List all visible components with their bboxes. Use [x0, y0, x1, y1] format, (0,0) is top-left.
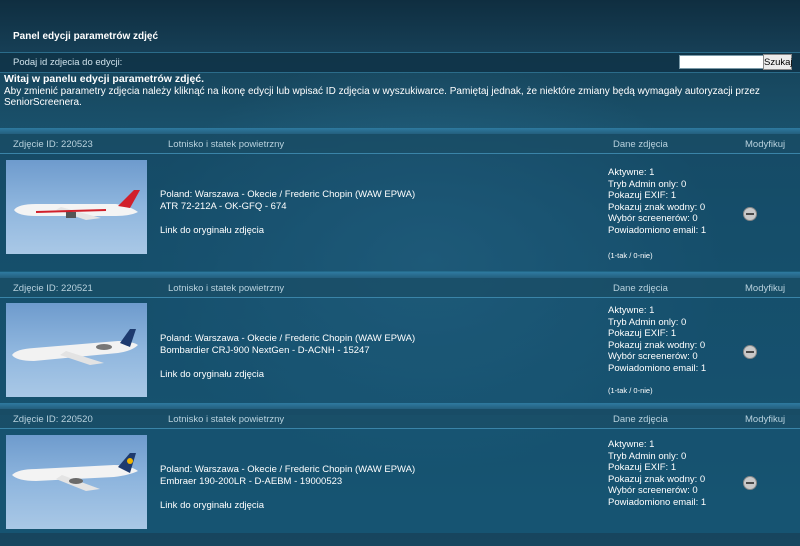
panel-title: Panel edycji parametrów zdjęć — [13, 31, 159, 42]
intro: Witaj w panelu edycji parametrów zdjęć. … — [4, 73, 794, 109]
photo-data: Aktywne: 1 Tryb Admin only: 0 Pokazuj EX… — [608, 305, 706, 374]
data-watermark: Pokazuj znak wodny: 0 — [608, 473, 706, 485]
minus-circle-icon[interactable] — [743, 207, 757, 221]
photo-record: Zdjęcie ID: 220523 Lotnisko i statek pow… — [0, 128, 800, 271]
aircraft-photo[interactable] — [6, 303, 147, 397]
intro-text: Aby zmienić parametry zdjęcia należy kli… — [4, 85, 760, 109]
original-photo-link[interactable]: Link do oryginału zdjęcia — [160, 225, 264, 236]
aircraft-info: ATR 72-212A - OK-GFQ - 674 — [160, 201, 287, 212]
data-screener-select: Wybór screenerów: 0 — [608, 485, 698, 496]
data-screener-select: Wybór screenerów: 0 — [608, 351, 698, 362]
data-email-notified: Powiadomiono email: 1 — [608, 224, 707, 236]
column-data: Dane zdjęcia — [613, 414, 668, 425]
column-airport: Lotnisko i statek powietrzny — [168, 139, 285, 150]
aircraft-info: Bombardier CRJ-900 NextGen - D-ACNH - 15… — [160, 345, 370, 356]
minus-circle-icon[interactable] — [743, 345, 757, 359]
search-button[interactable]: Szukaj — [763, 54, 793, 70]
column-modify: Modyfikuj — [745, 139, 786, 150]
photo-data: Aktywne: 1 Tryb Admin only: 0 Pokazuj EX… — [608, 439, 706, 508]
photo-record: Zdjęcie ID: 220521 Lotnisko i statek pow… — [0, 272, 800, 415]
location: Poland: Warszawa - Okecie / Frederic Cho… — [160, 189, 416, 200]
data-show-exif: Pokazuj EXIF: 1 — [608, 328, 677, 339]
column-modify: Modyfikuj — [745, 414, 786, 425]
legend: (1-tak / 0-nie) — [608, 386, 653, 395]
legend: (1-tak / 0-nie) — [608, 251, 653, 260]
data-show-exif: Pokazuj EXIF: 1 — [608, 462, 677, 473]
data-active: Aktywne: 1 — [608, 305, 655, 316]
data-email-notified: Powiadomiono email: 1 — [608, 362, 707, 374]
tail-livery — [118, 190, 140, 208]
data-watermark: Pokazuj znak wodny: 0 — [608, 201, 706, 213]
location: Poland: Warszawa - Okecie / Frederic Cho… — [160, 333, 416, 344]
column-airport: Lotnisko i statek powietrzny — [168, 283, 285, 294]
record-body: Poland: Warszawa - Okecie / Frederic Cho… — [0, 298, 800, 415]
top-bar: Panel edycji parametrów zdjęć — [0, 0, 800, 52]
photo-id: Zdjęcie ID: 220523 — [13, 139, 93, 150]
search-label: Podaj id zdjecia do edycji: — [13, 57, 123, 68]
photo-record: Zdjęcie ID: 220520 Lotnisko i statek pow… — [0, 403, 800, 546]
data-show-exif: Pokazuj EXIF: 1 — [608, 190, 677, 201]
data-active: Aktywne: 1 — [608, 439, 655, 450]
welcome-heading: Witaj w panelu edycji parametrów zdjęć. — [4, 73, 205, 85]
data-active: Aktywne: 1 — [608, 167, 655, 178]
search-input[interactable] — [679, 55, 765, 69]
original-photo-link[interactable]: Link do oryginału zdjęcia — [160, 500, 264, 511]
record-header: Zdjęcie ID: 220521 Lotnisko i statek pow… — [0, 278, 800, 298]
original-photo-link[interactable]: Link do oryginału zdjęcia — [160, 369, 264, 380]
column-airport: Lotnisko i statek powietrzny — [168, 414, 285, 425]
search-bar: Podaj id zdjecia do edycji: Szukaj — [0, 52, 800, 73]
airplane-icon — [12, 453, 138, 491]
column-modify: Modyfikuj — [745, 283, 786, 294]
aircraft-photo[interactable] — [6, 435, 147, 529]
minus-circle-icon[interactable] — [743, 476, 757, 490]
airplane-icon — [14, 190, 140, 220]
airplane-icon — [12, 329, 138, 365]
aircraft-info: Embraer 190-200LR - D-AEBM - 19000523 — [160, 476, 343, 487]
data-email-notified: Powiadomiono email: 1 — [608, 496, 707, 508]
data-watermark: Pokazuj znak wodny: 0 — [608, 339, 706, 351]
data-admin-only: Tryb Admin only: 0 — [608, 316, 687, 328]
record-body: Poland: Warszawa - Okecie / Frederic Cho… — [0, 429, 800, 546]
photo-data: Aktywne: 1 Tryb Admin only: 0 Pokazuj EX… — [608, 167, 706, 236]
data-admin-only: Tryb Admin only: 0 — [608, 178, 687, 190]
data-screener-select: Wybór screenerów: 0 — [608, 213, 698, 224]
column-data: Dane zdjęcia — [613, 283, 668, 294]
photo-id: Zdjęcie ID: 220521 — [13, 283, 93, 294]
data-admin-only: Tryb Admin only: 0 — [608, 450, 687, 462]
photo-id: Zdjęcie ID: 220520 — [13, 414, 93, 425]
location: Poland: Warszawa - Okecie / Frederic Cho… — [160, 464, 416, 475]
aircraft-photo[interactable] — [6, 160, 147, 254]
column-data: Dane zdjęcia — [613, 139, 668, 150]
record-header: Zdjęcie ID: 220523 Lotnisko i statek pow… — [0, 134, 800, 154]
record-header: Zdjęcie ID: 220520 Lotnisko i statek pow… — [0, 409, 800, 429]
record-body: Poland: Warszawa - Okecie / Frederic Cho… — [0, 154, 800, 271]
